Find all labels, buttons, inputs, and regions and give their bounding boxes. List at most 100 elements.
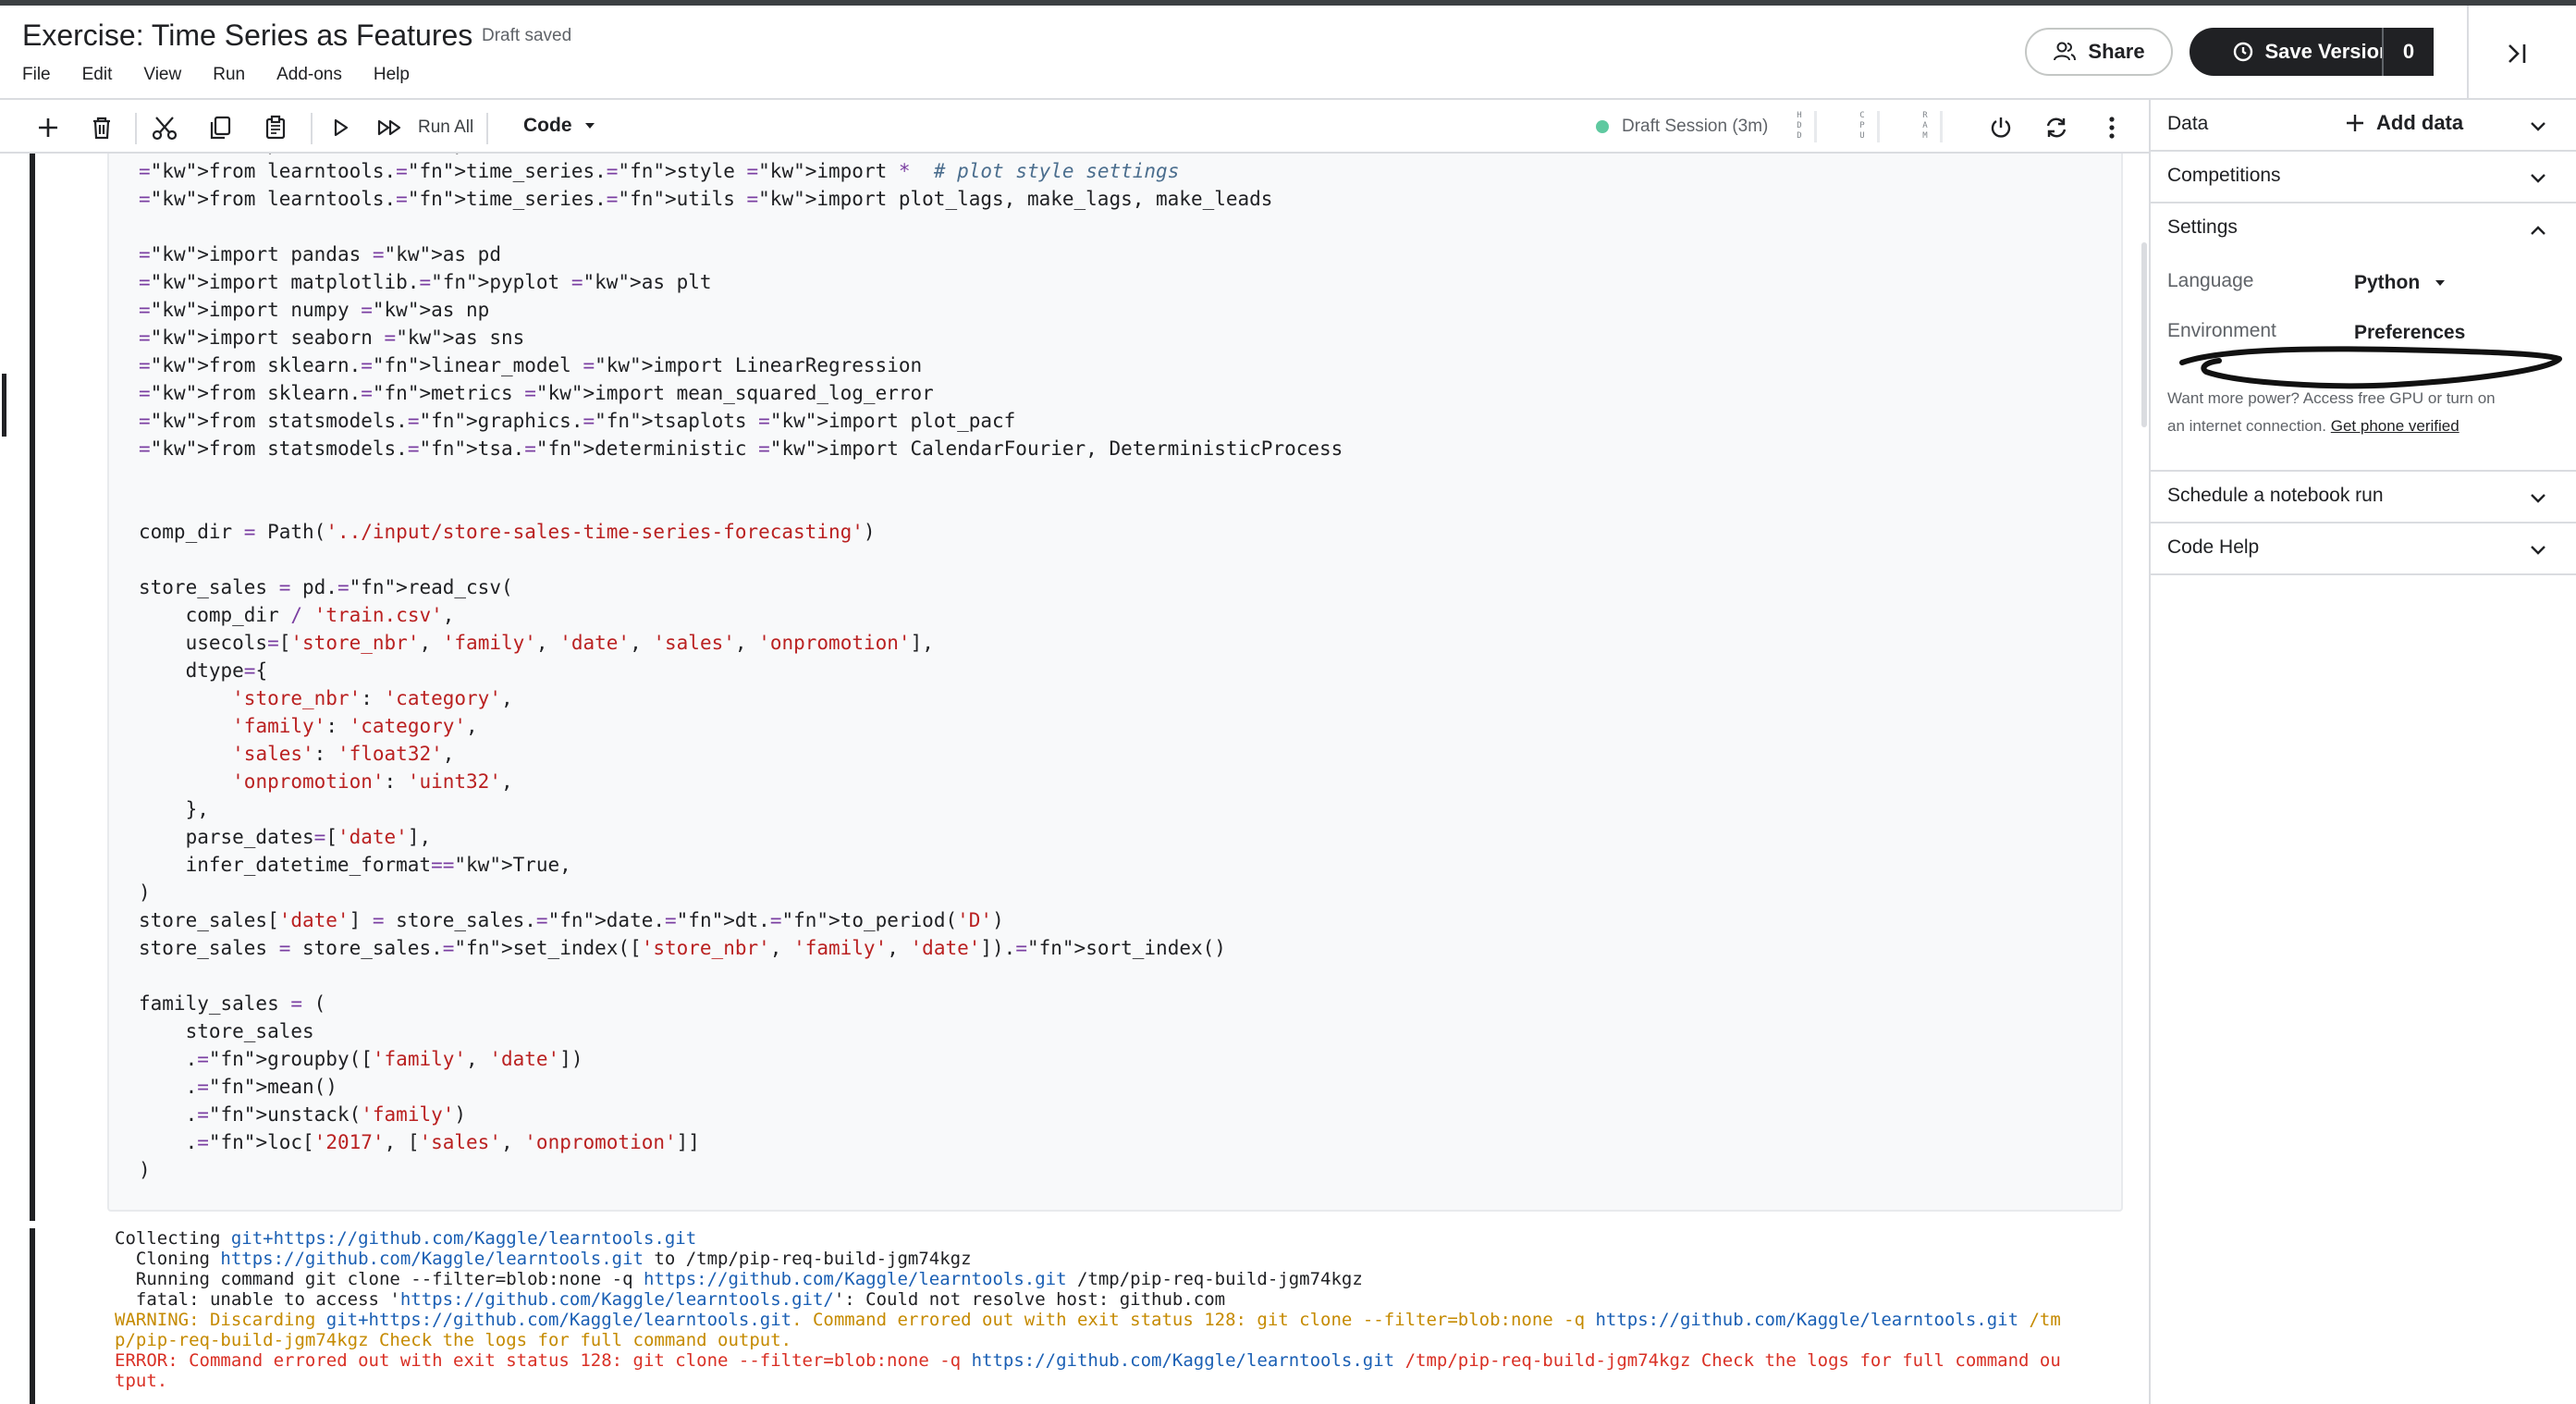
code-line[interactable]: ="kw">from learntools.="fn">time_series.… [139,157,1343,185]
code-line[interactable]: ="kw">from statsmodels.="fn">tsa.="fn">d… [139,435,1343,462]
warning-text: . Command errored out with exit status 1… [791,1310,1596,1330]
code-line[interactable]: ​ [139,213,1343,240]
toolbar-separator [135,113,137,144]
output-link[interactable]: https://github.com/Kaggle/learntools.git [220,1249,644,1269]
code-line[interactable]: store_sales = store_sales.="fn">set_inde… [139,934,1343,962]
power-icon[interactable] [1982,109,2019,146]
code-cell[interactable]: ="kw">from pathlib ="kw">import Path="kw… [107,154,2123,1212]
code-line[interactable]: ="kw">from sklearn.="fn">metrics ="kw">i… [139,379,1343,407]
code-line[interactable]: dtype={ [139,657,1343,684]
code-line[interactable]: }, [139,795,1343,823]
code-line[interactable]: 'family': 'category', [139,712,1343,740]
share-label: Share [2088,40,2145,63]
menu-file[interactable]: File [22,65,51,85]
code-line[interactable]: ="kw">import seaborn ="kw">as sns [139,324,1343,351]
warning-text: p/pip-req-build-jgm74kgz Check the logs … [115,1330,792,1350]
cell-type-value: Code [523,115,572,136]
code-line[interactable]: infer_datetime_format=="kw">True, [139,851,1343,879]
code-line[interactable]: 'sales': 'float32', [139,740,1343,768]
code-line[interactable]: ​ [139,546,1343,573]
code-line[interactable]: ​ [139,962,1343,990]
environment-preferences-link[interactable]: Preferences [2354,322,2465,344]
code-line[interactable]: store_sales['date'] = store_sales.="fn">… [139,906,1343,934]
code-help-section[interactable]: Code Help [2151,523,2576,575]
menu-add-ons[interactable]: Add-ons [276,65,342,85]
header-divider [2467,6,2469,100]
code-line[interactable]: .="fn">loc['2017', ['sales', 'onpromotio… [139,1128,1343,1156]
competitions-section[interactable]: Competitions [2151,152,2576,203]
add-data-button[interactable]: Add data [2345,111,2463,135]
chevron-down-icon[interactable] [2528,488,2548,509]
code-line[interactable]: 'onpromotion': 'uint32', [139,768,1343,795]
run-all-label[interactable]: Run All [418,117,473,138]
cut-icon[interactable] [146,109,183,146]
code-line[interactable]: parse_dates=['date'], [139,823,1343,851]
code-line[interactable]: .="fn">unstack('family') [139,1101,1343,1128]
add-cell-icon[interactable] [30,109,67,146]
chevron-down-icon[interactable] [2528,540,2548,560]
output-link[interactable]: https://github.com/Kaggle/learntools.git… [400,1289,834,1310]
active-cell-marker [2,374,6,437]
language-select[interactable]: Python [2354,272,2446,294]
cpu-meter [1877,111,1880,142]
output-link[interactable]: https://github.com/Kaggle/learntools.git [1595,1310,2018,1330]
output-text: to /tmp/pip-req-build-jgm74kgz [643,1249,972,1269]
code-line[interactable]: .="fn">mean() [139,1073,1343,1101]
data-section[interactable]: Data Add data [2151,100,2576,152]
add-data-label: Add data [2376,111,2464,134]
code-line[interactable]: ​ [139,490,1343,518]
notebook-editor: ="kw">from pathlib ="kw">import Path="kw… [0,154,2149,1404]
copy-icon[interactable] [202,109,239,146]
ram-meter-label: RAM [1922,111,1928,141]
schedule-section[interactable]: Schedule a notebook run [2151,472,2576,523]
output-link[interactable]: git+https://github.com/Kaggle/learntools… [231,1228,696,1249]
menu-view[interactable]: View [143,65,181,85]
code-help-section-title: Code Help [2167,536,2260,558]
get-phone-verified-link[interactable]: Get phone verified [2331,417,2459,435]
code-line[interactable]: 'store_nbr': 'category', [139,684,1343,712]
code-line[interactable]: store_sales = pd.="fn">read_csv( [139,573,1343,601]
code-line[interactable]: ) [139,879,1343,906]
menu-edit[interactable]: Edit [82,65,113,85]
editor-scrollbar[interactable] [2141,242,2147,427]
code-line[interactable]: ) [139,1156,1343,1184]
collapse-panel-button[interactable] [2498,35,2535,72]
restart-icon[interactable] [2038,109,2075,146]
draft-status: Draft saved [482,26,572,45]
menu-help[interactable]: Help [374,65,410,85]
code-line[interactable]: ="kw">import matplotlib.="fn">pyplot ="k… [139,268,1343,296]
code-line[interactable]: .="fn">groupby(['family', 'date']) [139,1045,1343,1073]
delete-icon[interactable] [83,109,120,146]
code-line[interactable]: usecols=['store_nbr', 'family', 'date', … [139,629,1343,657]
code-line[interactable]: ="kw">import pandas ="kw">as pd [139,240,1343,268]
output-link[interactable]: git+https://github.com/Kaggle/learntools… [326,1310,791,1330]
code-cell-gutter[interactable] [30,154,35,1221]
code-line[interactable]: comp_dir / 'train.csv', [139,601,1343,629]
chevron-up-icon[interactable] [2528,220,2548,240]
paste-icon[interactable] [257,109,294,146]
output-link[interactable]: https://github.com/Kaggle/learntools.git [644,1269,1067,1289]
code-line[interactable]: family_sales = ( [139,990,1343,1017]
code-line[interactable]: store_sales [139,1017,1343,1045]
cell-type-select[interactable]: Code [523,115,596,137]
code-line[interactable]: ​ [139,462,1343,490]
code-line[interactable]: ="kw">import numpy ="kw">as np [139,296,1343,324]
save-version-count[interactable]: 0 [2382,28,2434,76]
notebook-title[interactable]: Exercise: Time Series as Features [22,18,472,53]
run-icon[interactable] [322,109,359,146]
settings-section-title[interactable]: Settings [2167,216,2238,239]
code-line[interactable]: ="kw">from sklearn.="fn">linear_model ="… [139,351,1343,379]
code-line[interactable]: ="kw">from learntools.="fn">time_series.… [139,185,1343,213]
code-line[interactable]: comp_dir = Path('../input/store-sales-ti… [139,518,1343,546]
chevron-down-icon[interactable] [2528,117,2548,137]
output-link[interactable]: https://github.com/Kaggle/learntools.git [972,1350,1395,1371]
code-editor[interactable]: ="kw">from pathlib ="kw">import Path="kw… [139,154,1343,1184]
session-status[interactable]: Draft Session (3m) [1596,117,1768,137]
code-line[interactable]: ="kw">from statsmodels.="fn">graphics.="… [139,407,1343,435]
share-button[interactable]: Share [2025,28,2173,76]
more-options-icon[interactable] [2093,109,2130,146]
run-all-icon[interactable] [372,109,409,146]
chevron-down-icon[interactable] [2528,168,2548,189]
menu-run[interactable]: Run [213,65,245,85]
menu-bar: File Edit View Run Add-ons Help [22,65,410,85]
